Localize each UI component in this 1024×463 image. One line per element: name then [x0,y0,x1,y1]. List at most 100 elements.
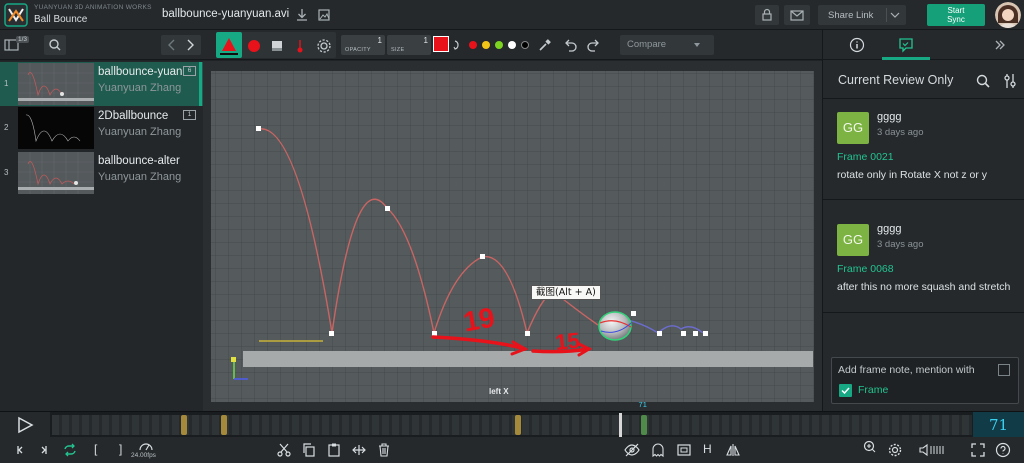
mirror-icon [726,444,740,456]
prev-frame-button[interactable] [12,442,28,458]
loop-button[interactable] [62,442,78,458]
review-panel: Current Review Only GG gggg 3 days ago F… [822,30,1024,411]
search-button[interactable] [44,35,66,55]
volume-control[interactable] [918,442,948,458]
palette-color-swatch[interactable] [495,41,503,49]
video-viewer[interactable]: 19 15 left X 截图(Alt + A) [203,61,822,411]
opacity-slider[interactable]: 1 OPACITY [341,35,385,55]
timeline-track[interactable] [52,415,972,435]
commenter-name: gggg [877,111,902,123]
check-icon [841,387,850,395]
ghost-icon [652,443,664,458]
item-thumbnail [18,152,94,194]
studio-name: YUANYUAN 3D ANIMATION WORKS [34,4,152,11]
tab-comments[interactable] [897,37,915,53]
mirror-button[interactable] [725,442,741,458]
comment-marker[interactable] [180,415,187,435]
chevron-left-icon[interactable] [165,38,179,52]
flip-horizontal-button[interactable]: H [703,442,712,456]
swap-color-icon[interactable] [452,38,462,52]
paste-button[interactable] [326,442,342,458]
frame-checkbox[interactable] [839,384,852,397]
help-button[interactable] [995,442,1011,458]
current-color-swatch[interactable] [433,36,449,52]
app-logo-icon[interactable] [4,3,28,27]
attach-checkbox[interactable] [998,364,1010,376]
share-link-button[interactable]: Share Link [818,5,906,25]
step-forward-icon [41,446,47,454]
annotation-number-15: 15 [554,328,581,355]
frame-note-input[interactable]: Add frame note, mention with Frame [831,357,1019,404]
collapse-panel-button[interactable] [993,38,1007,52]
tab-info[interactable] [849,37,865,53]
filter-comments-button[interactable] [1003,72,1017,90]
circle-tool-button[interactable] [244,36,264,56]
lock-button[interactable] [755,5,779,25]
mark-in-button[interactable]: [ [94,442,97,456]
playlist-item[interactable]: 3 ballbounce-alter Yuanyuan Zhang [0,151,203,195]
email-button[interactable] [784,5,810,25]
item-thumbnail [18,107,94,149]
mail-icon [790,10,804,21]
download-icon[interactable] [294,7,310,23]
move-button[interactable] [351,442,367,458]
item-author: Yuanyuan Zhang [98,126,182,138]
next-frame-button[interactable] [36,442,52,458]
play-button[interactable] [0,412,50,438]
commenter-name: gggg [877,223,902,235]
user-avatar[interactable] [995,2,1021,28]
palette-color-swatch[interactable] [482,41,490,49]
undo-icon [565,39,577,52]
redo-button[interactable] [586,37,602,53]
safe-frame-button[interactable] [676,442,692,458]
search-comments-button[interactable] [975,73,991,89]
frame-checkbox-label: Frame [858,384,889,396]
palette-color-swatch[interactable] [521,41,529,49]
fullscreen-button[interactable] [970,442,986,458]
viewer-settings-button[interactable] [887,442,903,458]
comment-time: 3 days ago [877,127,924,138]
size-slider[interactable]: 1 SIZE [387,35,431,55]
image-icon[interactable] [316,7,332,23]
pin-tool-button[interactable] [290,36,310,56]
triangle-icon [220,38,238,55]
playlist-item[interactable]: 1 ballbounce-yuanyuan Yuanyuan Zhang 6 [0,62,203,106]
playlist-item[interactable]: 2 2Dballbounce Yuanyuan Zhang 1 [0,106,203,150]
compare-label: Compare [627,39,667,50]
item-number: 2 [4,123,9,132]
hide-annotations-button[interactable] [624,442,640,458]
zoom-fit-button[interactable] [862,439,878,455]
clipboard-icon [328,443,340,457]
current-frame-display[interactable]: 71 [973,412,1024,438]
comment-marker[interactable] [221,415,228,435]
chevron-right-icon[interactable] [183,38,197,52]
shape-tool-button[interactable] [216,32,242,58]
palette-color-swatch[interactable] [469,41,477,49]
palette-color-swatch[interactable] [508,41,516,49]
compare-dropdown[interactable]: Compare [620,35,714,55]
comment-item[interactable]: GG gggg 3 days ago Frame 0068 after this… [823,211,1024,313]
start-sync-button[interactable]: Start Sync [927,4,985,26]
eyedropper-button[interactable] [537,37,553,53]
playhead[interactable] [618,413,622,437]
delete-button[interactable] [376,442,392,458]
chevron-down-icon[interactable] [890,11,900,19]
lock-icon [762,8,772,21]
ghost-button[interactable] [650,442,666,458]
undo-button[interactable] [562,37,578,53]
comment-marker[interactable] [640,415,647,435]
eraser-tool-button[interactable] [266,36,288,56]
comment-frame-link[interactable]: Frame 0021 [837,151,894,163]
copy-button[interactable] [301,442,317,458]
mark-out-button[interactable]: ] [119,442,122,456]
playlist-panel: 1 ballbounce-yuanyuan Yuanyuan Zhang 6 2… [0,61,203,411]
comment-frame-link[interactable]: Frame 0068 [837,263,894,275]
comment-item[interactable]: GG gggg 3 days ago Frame 0021 rotate onl… [823,98,1024,200]
view-label: left X [489,387,509,396]
video-count: 1/3 [16,36,30,43]
redo-icon [587,39,599,52]
top-bar: YUANYUAN 3D ANIMATION WORKS Ball Bounce … [0,0,1024,30]
cut-button[interactable] [276,442,292,458]
tool-settings-button[interactable] [314,36,334,56]
comment-marker[interactable] [514,415,521,435]
